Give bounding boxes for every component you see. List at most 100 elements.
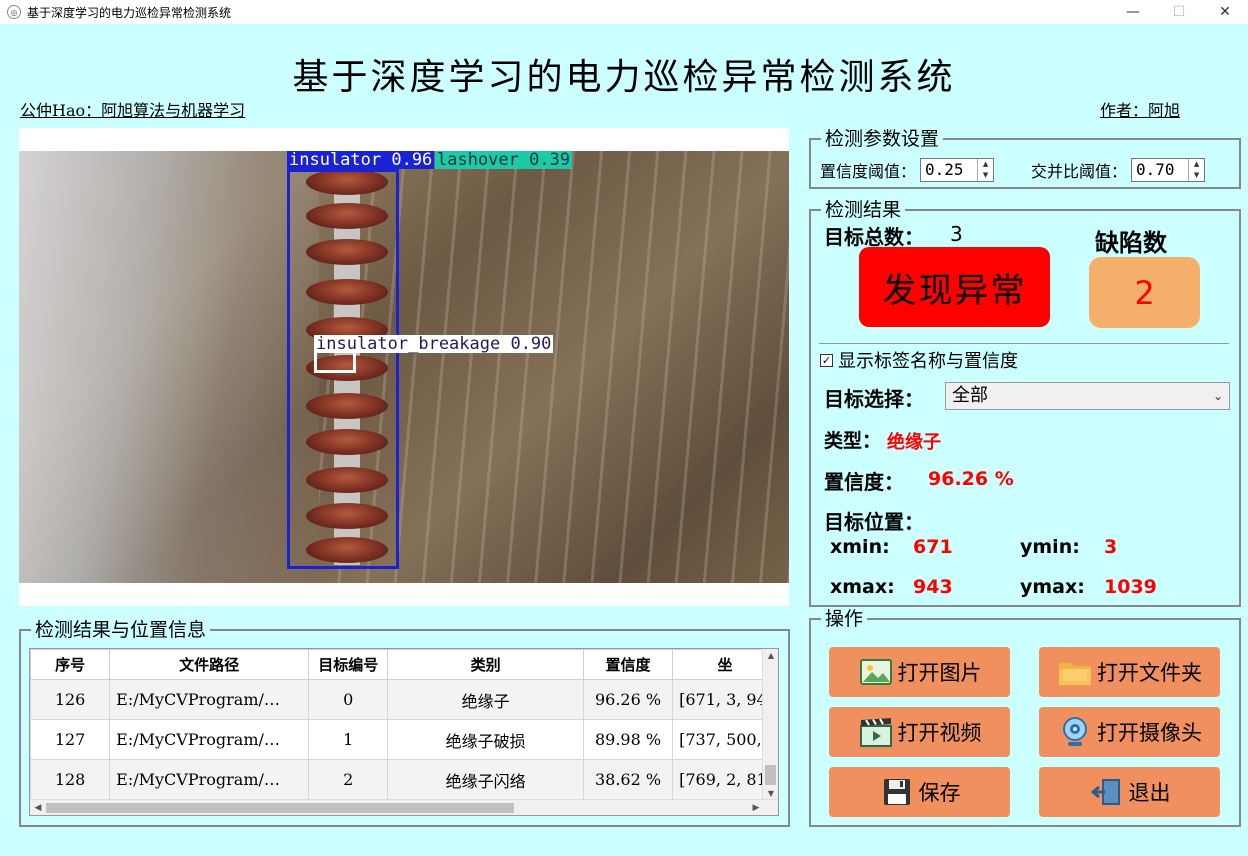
table-row[interactable]: 127 E:/MyCVProgram/… 1 绝缘子破损 89.98 % [73… <box>30 719 778 760</box>
open-camera-button[interactable]: 打开摄像头 <box>1039 707 1220 757</box>
cell-path: E:/MyCVProgram/… <box>109 719 310 760</box>
cell-target-id: 2 <box>308 759 389 800</box>
defect-count-label: 缺陷数 <box>1095 228 1167 257</box>
conf-threshold-row: 置信度阈值： 0.25 ▲ ▼ <box>820 158 995 182</box>
open-folder-label: 打开文件夹 <box>1097 661 1202 685</box>
ymin-label: ymin: <box>1020 536 1080 558</box>
save-label: 保存 <box>918 781 961 805</box>
conf-threshold-spinbox[interactable]: 0.25 ▲ ▼ <box>920 158 995 182</box>
results-table[interactable]: 序号 文件路径 目标编号 类别 置信度 坐 126 E:/MyCVProgram… <box>29 648 779 816</box>
total-targets-value: 3 <box>950 222 963 246</box>
chevron-down-icon: ⌄ <box>1212 389 1223 403</box>
save-button[interactable]: 保存 <box>829 767 1010 817</box>
iou-threshold-spinbox[interactable]: 0.70 ▲ ▼ <box>1131 158 1206 182</box>
xmin-value: 671 <box>913 536 953 558</box>
col-header-index[interactable]: 序号 <box>30 649 111 680</box>
position-label: 目标位置： <box>824 510 924 534</box>
scroll-left-icon[interactable]: ◀ <box>30 800 46 815</box>
page-title: 基于深度学习的电力巡检异常检测系统 <box>292 57 956 98</box>
video-icon <box>858 716 894 748</box>
author-note-right: 作者：阿旭 <box>1100 101 1181 120</box>
minimize-icon[interactable]: — <box>1110 0 1156 24</box>
window-titlebar: ◎ 基于深度学习的电力巡检异常检测系统 — ☐ ✕ <box>0 0 1248 24</box>
conf-threshold-value[interactable]: 0.25 <box>921 159 977 181</box>
cell-class: 绝缘子闪络 <box>387 759 584 800</box>
table-header-row: 序号 文件路径 目标编号 类别 置信度 坐 <box>30 649 778 680</box>
ymax-label: ymax: <box>1020 576 1085 598</box>
cell-index: 127 <box>30 719 111 760</box>
target-select-value: 全部 <box>952 385 988 406</box>
cell-confidence: 89.98 % <box>582 719 674 760</box>
exit-icon <box>1089 776 1125 808</box>
cell-index: 128 <box>30 759 111 800</box>
xmax-value: 943 <box>913 576 953 598</box>
conf-threshold-label: 置信度阈值： <box>820 162 917 181</box>
open-video-label: 打开视频 <box>897 721 982 745</box>
table-row[interactable]: 126 E:/MyCVProgram/… 0 绝缘子 96.26 % [671,… <box>30 679 778 720</box>
confidence-label: 置信度： <box>824 470 904 494</box>
iou-threshold-row: 交并比阈值： 0.70 ▲ ▼ <box>1031 158 1206 182</box>
type-label: 类型： <box>824 430 882 452</box>
cell-index: 126 <box>30 679 111 720</box>
table-horizontal-scrollbar[interactable]: ◀ ▶ <box>30 799 778 815</box>
col-header-confidence[interactable]: 置信度 <box>582 649 674 680</box>
cell-confidence: 96.26 % <box>582 679 674 720</box>
detection-image: insulator 0.96 lashover 0.39 insulator_b… <box>19 151 789 583</box>
confidence-value: 96.26 % <box>928 468 1014 490</box>
image-display-panel: insulator 0.96 lashover 0.39 insulator_b… <box>19 128 789 606</box>
open-image-button[interactable]: 打开图片 <box>829 647 1010 697</box>
total-targets-label: 目标总数： <box>824 225 924 249</box>
cell-path: E:/MyCVProgram/… <box>109 679 310 720</box>
open-image-label: 打开图片 <box>897 661 982 685</box>
image-icon <box>858 656 894 688</box>
ymin-value: 3 <box>1104 536 1118 558</box>
results-table-title: 检测结果与位置信息 <box>31 619 211 641</box>
abnormal-status-badge: 发现异常 <box>859 247 1050 327</box>
tower-background <box>19 151 319 583</box>
bbox-label-insulator: insulator 0.96 <box>287 151 435 170</box>
cell-confidence: 38.62 % <box>582 759 674 800</box>
divider <box>819 343 1229 344</box>
target-select-label: 目标选择： <box>824 387 924 411</box>
app-icon: ◎ <box>7 5 21 19</box>
iou-threshold-label: 交并比阈值： <box>1031 162 1128 181</box>
scroll-right-icon[interactable]: ▶ <box>748 800 764 815</box>
cell-class: 绝缘子破损 <box>387 719 584 760</box>
cell-target-id: 1 <box>308 719 389 760</box>
show-labels-checkbox[interactable]: ✓ <box>820 353 833 367</box>
open-video-button[interactable]: 打开视频 <box>829 707 1010 757</box>
show-labels-text: 显示标签名称与置信度 <box>838 351 1018 372</box>
webcam-icon <box>1057 716 1093 748</box>
maximize-icon[interactable]: ☐ <box>1156 0 1202 24</box>
bbox-label-breakage: insulator_breakage 0.90 <box>314 334 554 354</box>
xmin-label: xmin: <box>830 536 890 558</box>
iou-threshold-value[interactable]: 0.70 <box>1132 159 1188 181</box>
folder-icon <box>1057 656 1093 688</box>
xmax-label: xmax: <box>830 576 895 598</box>
spin-arrows-icon[interactable]: ▲ ▼ <box>1188 159 1204 181</box>
cell-target-id: 0 <box>308 679 389 720</box>
scroll-up-icon[interactable]: ▲ <box>763 649 778 663</box>
spin-arrows-icon[interactable]: ▲ ▼ <box>977 159 993 181</box>
save-icon <box>879 776 915 808</box>
defect-count-value: 2 <box>1089 257 1200 328</box>
target-select-dropdown[interactable]: 全部 ⌄ <box>945 382 1230 410</box>
table-row[interactable]: 128 E:/MyCVProgram/… 2 绝缘子闪络 38.62 % [76… <box>30 759 778 800</box>
col-header-class[interactable]: 类别 <box>387 649 584 680</box>
open-camera-label: 打开摄像头 <box>1097 721 1202 745</box>
cell-path: E:/MyCVProgram/… <box>109 759 310 800</box>
author-note-left: 公仲Hao：阿旭算法与机器学习 <box>20 101 246 120</box>
col-header-path[interactable]: 文件路径 <box>109 649 310 680</box>
table-vertical-scrollbar[interactable]: ▲ ▼ <box>762 649 778 801</box>
exit-label: 退出 <box>1128 781 1171 805</box>
scrollbar-thumb[interactable] <box>46 803 514 813</box>
window-controls: — ☐ ✕ <box>1110 0 1248 24</box>
results-group-title: 检测结果 <box>821 199 906 221</box>
scrollbar-thumb[interactable] <box>765 765 776 785</box>
close-icon[interactable]: ✕ <box>1202 0 1248 24</box>
col-header-target-id[interactable]: 目标编号 <box>308 649 389 680</box>
exit-button[interactable]: 退出 <box>1039 767 1220 817</box>
show-labels-checkbox-row[interactable]: ✓ 显示标签名称与置信度 <box>820 347 1018 373</box>
window-title: 基于深度学习的电力巡检异常检测系统 <box>27 5 232 20</box>
open-folder-button[interactable]: 打开文件夹 <box>1039 647 1220 697</box>
